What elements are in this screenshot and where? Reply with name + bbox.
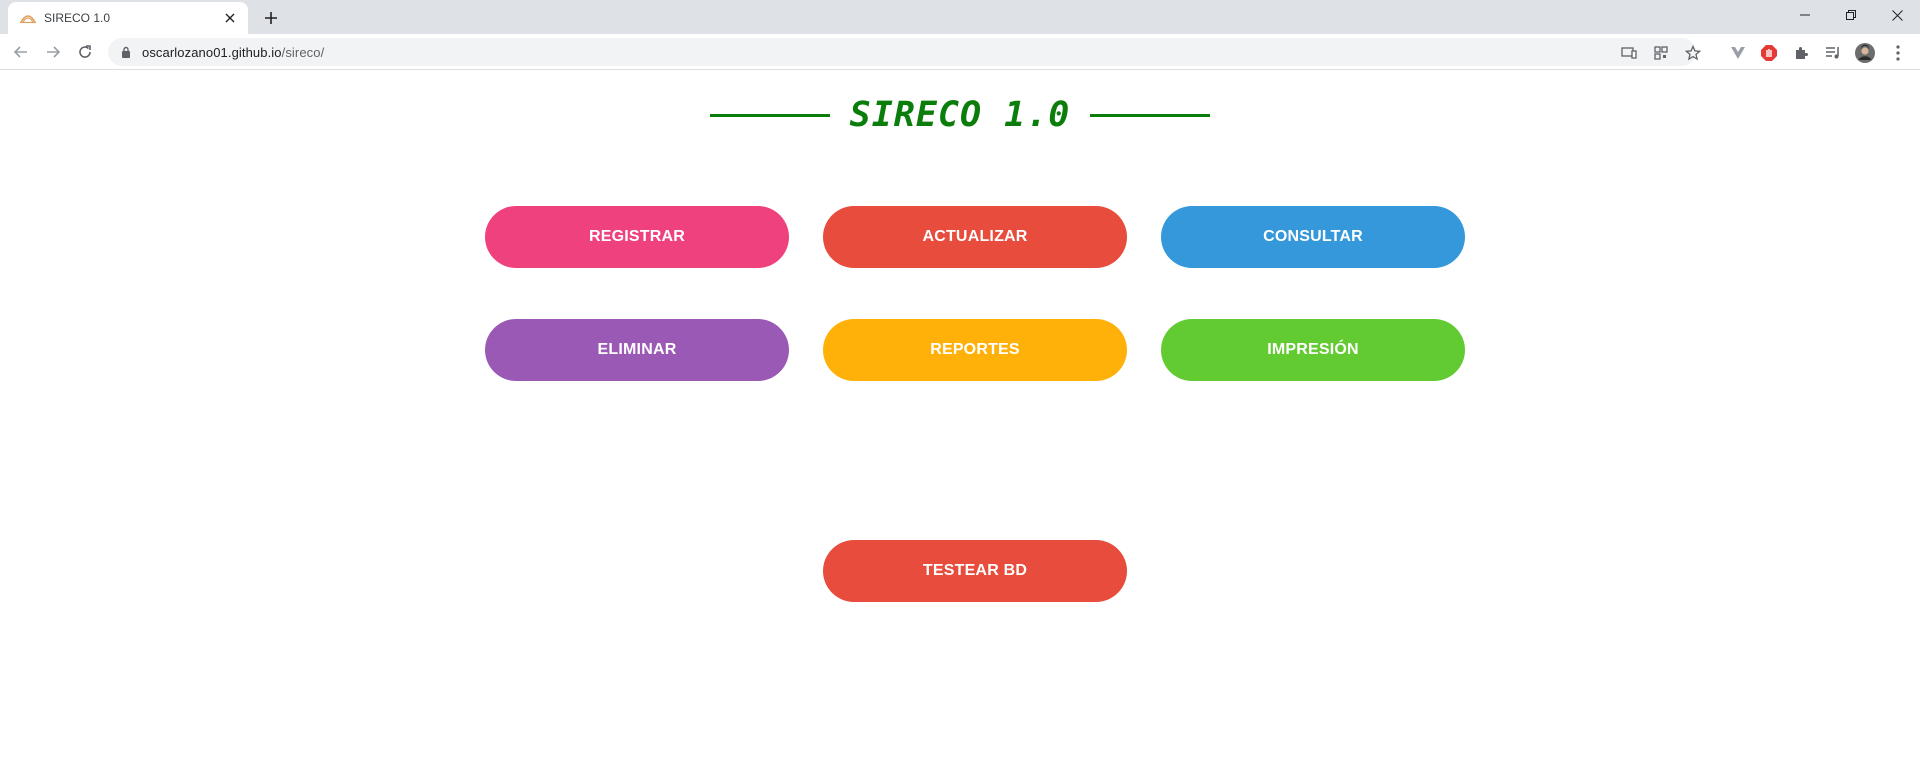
eliminar-button[interactable]: ELIMINAR [485, 319, 789, 381]
close-icon[interactable] [222, 10, 238, 26]
tab-title: SIRECO 1.0 [44, 11, 111, 25]
cast-icon[interactable] [1620, 44, 1638, 62]
address-bar[interactable]: oscarlozano01.github.io/sireco/ [108, 38, 1701, 66]
page-content: SIRECO 1.0 REGISTRAR ACTUALIZAR CONSULTA… [0, 71, 1920, 777]
registrar-button[interactable]: REGISTRAR [485, 206, 789, 268]
browser-tab[interactable]: SIRECO 1.0 [8, 2, 248, 34]
vuejs-devtools-icon[interactable] [1728, 43, 1748, 63]
adblock-icon[interactable] [1759, 43, 1779, 63]
restore-icon[interactable] [1828, 0, 1874, 30]
minimize-icon[interactable] [1782, 0, 1828, 30]
browser-toolbar: oscarlozano01.github.io/sireco/ [0, 34, 1920, 70]
lock-icon[interactable] [120, 46, 132, 58]
page-title: SIRECO 1.0 [849, 95, 1071, 135]
url-text: oscarlozano01.github.io/sireco/ [142, 44, 325, 60]
chrome-menu-kebab-icon[interactable] [1888, 43, 1908, 63]
window-close-icon[interactable] [1874, 0, 1920, 30]
reportes-button[interactable]: REPORTES [823, 319, 1127, 381]
tab-strip: SIRECO 1.0 [0, 0, 1920, 34]
impresion-button[interactable]: IMPRESIÓN [1161, 319, 1465, 381]
header-left-line [709, 113, 830, 117]
qr-code-icon[interactable] [1652, 44, 1670, 62]
new-tab-plus-icon[interactable] [260, 7, 282, 29]
extensions-puzzle-icon[interactable] [1791, 43, 1811, 63]
consultar-button[interactable]: CONSULTAR [1161, 206, 1465, 268]
back-arrow-icon[interactable] [9, 40, 33, 64]
reload-icon[interactable] [73, 40, 97, 64]
media-queue-icon[interactable] [1823, 43, 1843, 63]
site-favicon-icon [20, 10, 36, 26]
actualizar-button[interactable]: ACTUALIZAR [823, 206, 1127, 268]
profile-avatar-icon[interactable] [1855, 43, 1875, 63]
bookmark-star-icon[interactable] [1684, 44, 1702, 62]
window-controls [1782, 0, 1920, 30]
forward-arrow-icon[interactable] [41, 40, 65, 64]
testear-bd-button[interactable]: TESTEAR BD [823, 540, 1127, 602]
header-right-line [1090, 113, 1211, 117]
page-header: SIRECO 1.0 [0, 93, 1920, 137]
